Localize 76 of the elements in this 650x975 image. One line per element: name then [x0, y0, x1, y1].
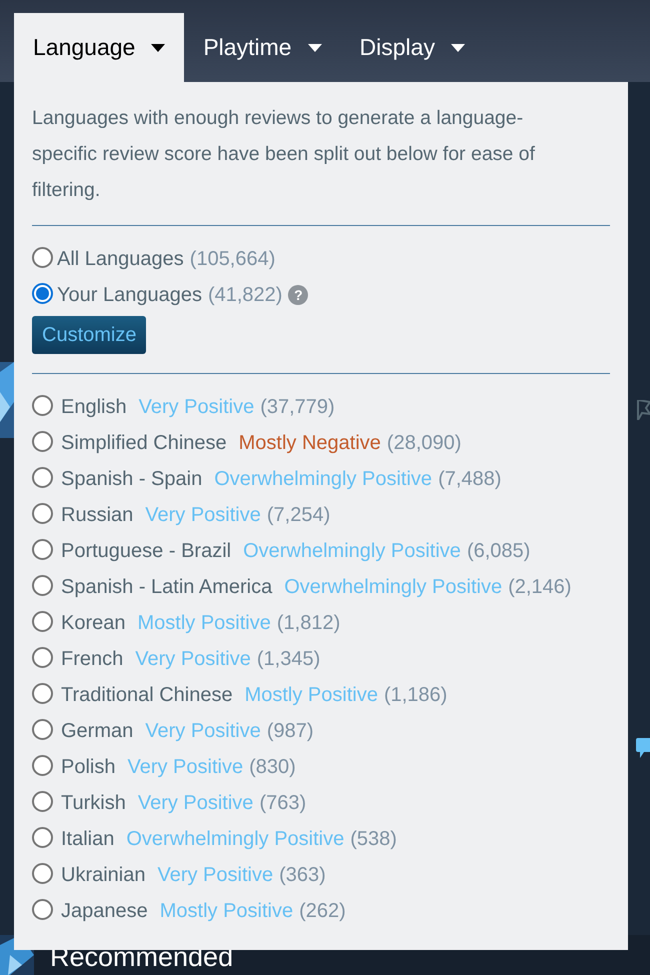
radio-button[interactable]	[32, 863, 53, 884]
chat-icon	[636, 738, 650, 760]
radio-button[interactable]	[32, 791, 53, 812]
review-count: (7,254)	[266, 503, 330, 528]
caret-icon	[450, 44, 465, 52]
radio-button[interactable]	[32, 247, 53, 268]
review-count: (1,812)	[276, 611, 340, 636]
rating-label: Very Positive	[135, 647, 251, 672]
radio-button[interactable]	[32, 899, 53, 920]
language-name: Russian	[61, 503, 134, 528]
radio-button[interactable]	[32, 611, 53, 632]
rating-label: Mostly Positive	[138, 611, 271, 636]
language-name: Traditional Chinese	[61, 683, 233, 708]
radio-button[interactable]	[32, 467, 53, 488]
review-count: (37,779)	[260, 395, 335, 420]
review-count: (2,146)	[508, 575, 572, 600]
language-name: Portuguese - Brazil	[61, 539, 232, 564]
rating-label: Very Positive	[157, 863, 274, 888]
radio-button[interactable]	[32, 283, 53, 304]
review-count: (262)	[299, 899, 346, 924]
radio-button[interactable]	[32, 539, 53, 560]
review-count: (28,090)	[386, 431, 462, 456]
rating-label: Very Positive	[127, 755, 244, 780]
radio-button[interactable]	[32, 395, 53, 416]
radio-button[interactable]	[32, 503, 53, 524]
rating-label: Very Positive	[145, 719, 261, 744]
customize-button[interactable]: Customize	[32, 316, 146, 354]
rating-label: Very Positive	[145, 503, 261, 528]
language-name: German	[61, 719, 134, 744]
radio-button[interactable]	[32, 755, 53, 776]
radio-button[interactable]	[32, 719, 53, 740]
rating-label: Mostly Positive	[160, 899, 294, 924]
review-count: (7,488)	[438, 467, 502, 492]
review-count: (763)	[259, 791, 306, 816]
language-name: Polish	[61, 755, 116, 780]
filter-tab[interactable]: Language	[14, 13, 184, 82]
filter-tab[interactable]: Display	[340, 13, 484, 82]
rating-label: Overwhelmingly Positive	[243, 539, 461, 564]
language-name: Simplified Chinese	[61, 431, 227, 456]
rating-label: Very Positive	[138, 791, 254, 816]
review-count: (1,186)	[384, 683, 448, 708]
review-count: (538)	[350, 827, 397, 852]
language-name: Italian	[61, 827, 114, 852]
option-label: Your Languages	[57, 283, 202, 308]
rating-label: Overwhelmingly Positive	[126, 827, 344, 852]
rating-label: Very Positive	[138, 395, 254, 420]
caret-icon	[308, 44, 322, 52]
review-count: (830)	[249, 755, 296, 780]
language-name: Ukrainian	[61, 863, 146, 888]
language-name: Spanish - Spain	[61, 467, 202, 492]
language-name: Spanish - Latin America	[61, 575, 272, 600]
rating-label: Overwhelmingly Positive	[284, 575, 502, 600]
language-name: French	[61, 647, 124, 672]
option-label: All Languages	[57, 247, 184, 272]
review-count: (363)	[279, 863, 326, 888]
language-name: Korean	[61, 611, 126, 636]
radio-button[interactable]	[32, 827, 53, 848]
filter-tab[interactable]: Playtime	[184, 13, 341, 82]
radio-button[interactable]	[32, 683, 53, 704]
radio-button[interactable]	[32, 431, 53, 452]
caret-icon	[151, 44, 166, 52]
rating-label: Mostly Positive	[244, 683, 378, 708]
language-name: Japanese	[61, 899, 148, 924]
review-count: (6,085)	[466, 539, 530, 564]
rating-label: Mostly Negative	[238, 431, 381, 456]
review-count: (105,664)	[190, 247, 276, 272]
rating-label: Overwhelmingly Positive	[214, 467, 432, 492]
review-count: (41,822)	[208, 283, 282, 308]
section-heading: Recommended	[50, 941, 234, 974]
radio-button[interactable]	[32, 575, 53, 596]
language-name: English	[61, 395, 127, 420]
description: Languages with enough reviews to generate a language-specific review score have been split out below for ease of filtering.	[32, 100, 610, 226]
review-count: (1,345)	[256, 647, 320, 672]
review-count: (987)	[266, 719, 314, 744]
radio-button[interactable]	[32, 647, 53, 668]
language-name: Turkish	[61, 791, 126, 816]
